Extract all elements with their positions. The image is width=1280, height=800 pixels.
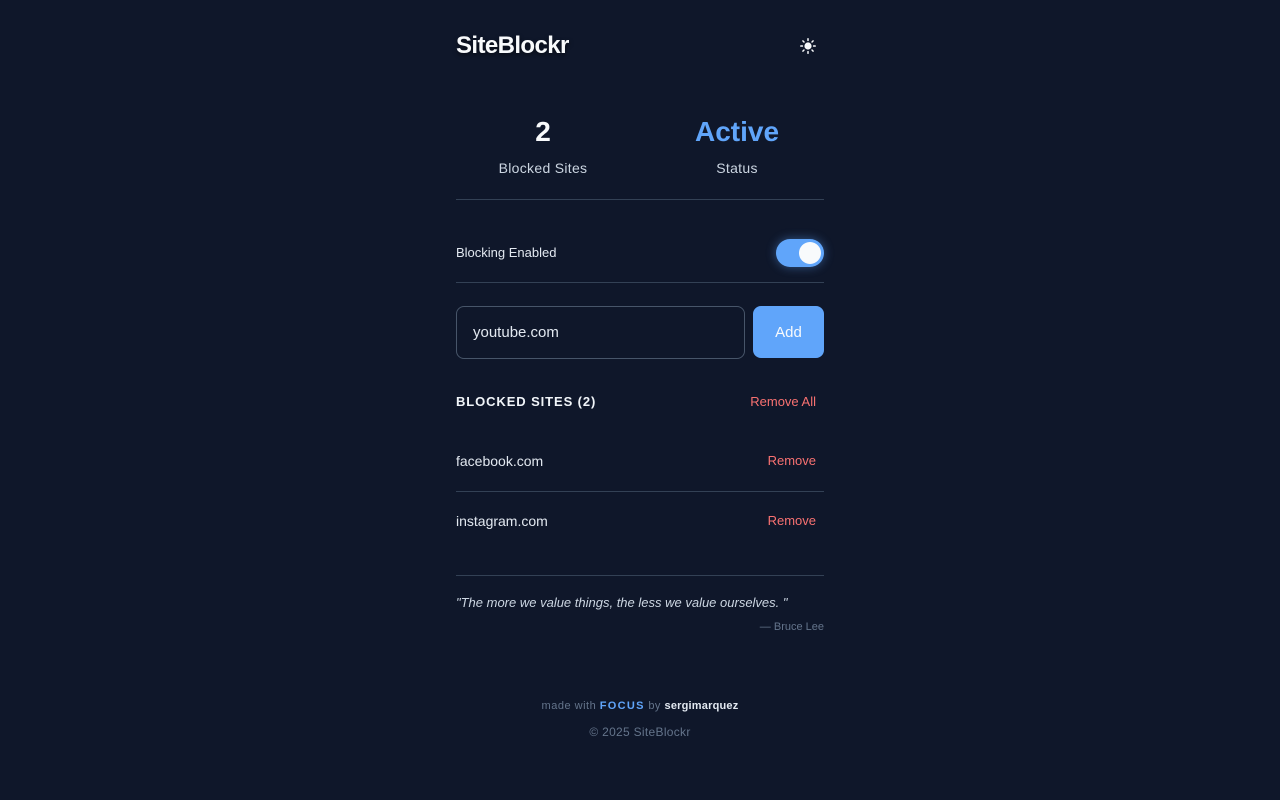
blocked-count: 2 — [535, 116, 551, 147]
app-title: SiteBlockr — [456, 32, 569, 59]
blocking-toggle-label: Blocking Enabled — [456, 245, 557, 260]
theme-toggle-button[interactable] — [796, 34, 820, 58]
stat-blocked-sites: 2 Blocked Sites — [450, 110, 636, 176]
footer-brand-link[interactable]: FOCUS — [600, 700, 645, 712]
remove-button[interactable]: Remove — [768, 453, 816, 468]
header: SiteBlockr — [456, 30, 824, 62]
footer-made-with: made with — [541, 700, 597, 712]
quote-block: "The more we value things, the less we v… — [456, 575, 824, 633]
footer: made with FOCUS by sergimarquez © 2025 S… — [456, 700, 824, 739]
site-input[interactable] — [456, 306, 745, 359]
list-item: facebook.com Remove — [456, 432, 824, 492]
site-name: instagram.com — [456, 513, 548, 529]
add-site-form: Add — [456, 306, 824, 360]
list-item: instagram.com Remove — [456, 492, 824, 551]
status-value: Active — [694, 116, 780, 147]
remove-all-button[interactable]: Remove All — [750, 394, 816, 409]
add-button[interactable]: Add — [753, 306, 824, 358]
sun-icon — [800, 38, 816, 54]
footer-author-link[interactable]: sergimarquez — [665, 700, 739, 712]
footer-credits: made with FOCUS by sergimarquez — [456, 700, 824, 712]
blocked-list-title: BLOCKED SITES (2) — [456, 394, 597, 409]
site-name: facebook.com — [456, 453, 544, 469]
quote-author: — Bruce Lee — [759, 621, 824, 633]
stat-status: Active Status — [644, 110, 830, 176]
app-container: SiteBlockr 2 Blocked Sites Active Status… — [456, 0, 824, 800]
blocking-toggle-switch[interactable] — [776, 239, 824, 267]
blocked-count-label: Blocked Sites — [498, 160, 588, 176]
quote-text: "The more we value things, the less we v… — [456, 595, 788, 610]
toggle-knob — [799, 242, 821, 264]
status-label: Status — [716, 160, 758, 176]
footer-by: by — [648, 700, 661, 712]
blocking-toggle-row: Blocking Enabled — [456, 226, 824, 283]
remove-button[interactable]: Remove — [768, 513, 816, 528]
stats-panel: 2 Blocked Sites Active Status — [456, 110, 824, 200]
blocked-sites-list: facebook.com Remove instagram.com Remove — [456, 432, 824, 551]
footer-copyright: © 2025 SiteBlockr — [589, 725, 691, 739]
blocked-list-header: BLOCKED SITES (2) Remove All — [456, 392, 824, 412]
